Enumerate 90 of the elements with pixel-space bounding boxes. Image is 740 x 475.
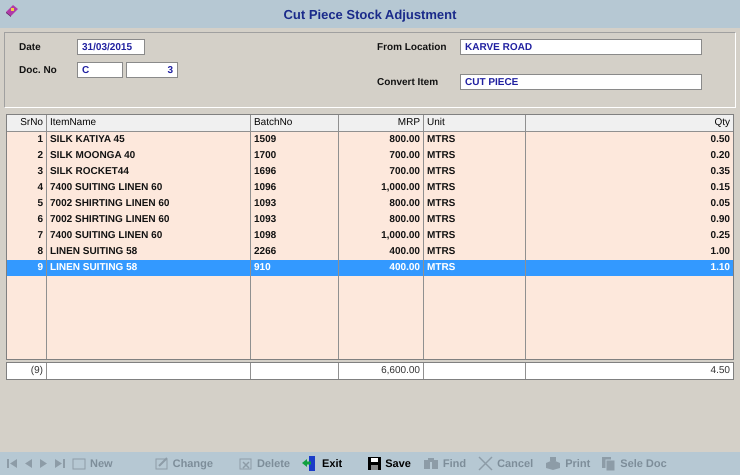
input-field[interactable]: 31/03/2015 [77, 39, 145, 55]
field-label: Doc. No [18, 64, 58, 76]
table-cell: 7400 SUITING LINEN 60 [47, 228, 251, 244]
table-cell-text: 1.10 [710, 261, 731, 275]
table-cell: 3 [7, 164, 47, 180]
table-cell: SILK MOONGA 40 [47, 148, 251, 164]
total-cell: (9) [7, 363, 47, 379]
total-cell: 6,600.00 [339, 363, 424, 379]
table-cell: 800.00 [339, 212, 424, 228]
table-cell: MTRS [424, 132, 526, 148]
table-cell: 6 [7, 212, 47, 228]
table-cell-text: 0.90 [710, 213, 731, 227]
table-row[interactable]: 5 7002 SHIRTING LINEN 60 1093 800.00 MTRS 0.05 [7, 196, 733, 212]
table-cell: 9 [7, 260, 47, 276]
table-cell-text: 0.15 [710, 181, 731, 195]
input-field[interactable]: CUT PIECE [460, 74, 702, 90]
table-cell-text: 0.20 [710, 149, 731, 163]
column-header[interactable]: ItemName [47, 115, 251, 131]
table-cell: 400.00 [339, 260, 424, 276]
table-cell: 1098 [251, 228, 339, 244]
table-cell: 700.00 [339, 148, 424, 164]
input-field[interactable]: KARVE ROAD [460, 39, 702, 55]
input-field[interactable]: C [77, 62, 123, 78]
table-cell: 4 [7, 180, 47, 196]
table-row[interactable]: 6 7002 SHIRTING LINEN 60 1093 800.00 MTRS 0.90 [7, 212, 733, 228]
table-cell: 5 [7, 196, 47, 212]
previous-icon [25, 459, 32, 468]
table-cell: 1096 [251, 180, 339, 196]
table-cell: 1093 [251, 212, 339, 228]
column-header[interactable]: SrNo [7, 115, 47, 131]
table-cell-text: 0.05 [710, 197, 731, 211]
table-row[interactable]: 4 7400 SUITING LINEN 60 1096 1,000.00 MTRS 0.15 [7, 180, 733, 196]
table-cell: 1,000.00 [339, 228, 424, 244]
table-cell: MTRS [424, 180, 526, 196]
binoculars-icon [422, 457, 439, 470]
table-cell: MTRS [424, 260, 526, 276]
cancel-icon [478, 456, 494, 471]
toolbar-button[interactable]: Exit [300, 454, 350, 474]
edit-icon [154, 457, 169, 470]
page-icon [72, 458, 86, 470]
column-header[interactable]: BatchNo [251, 115, 339, 131]
table-cell: 800.00 [339, 196, 424, 212]
table-cell: 1696 [251, 164, 339, 180]
column-header[interactable]: Unit [424, 115, 526, 131]
window-title: Cut Piece Stock Adjustment [284, 6, 456, 22]
table-row[interactable]: 2 SILK MOONGA 40 1700 700.00 MTRS 0.20 [7, 148, 733, 164]
first-icon [7, 459, 17, 468]
table-cell-text: 0.35 [710, 165, 731, 179]
total-cell-text: 4.50 [710, 364, 731, 378]
table-cell: MTRS [424, 196, 526, 212]
input-field[interactable]: 3 [126, 62, 178, 78]
table-cell: 1700 [251, 148, 339, 164]
table-cell: 800.00 [339, 132, 424, 148]
field-label: From Location [376, 42, 448, 52]
table-row[interactable]: 7 7400 SUITING LINEN 60 1098 1,000.00 MTRS 0.25 [7, 228, 733, 244]
table-cell: MTRS [424, 148, 526, 164]
column-header[interactable]: Qty [526, 115, 733, 131]
documents-icon [602, 456, 616, 470]
book-icon [5, 4, 19, 17]
next-icon [40, 459, 47, 468]
toolbar-button[interactable]: Save [366, 454, 419, 474]
table-cell: 7002 SHIRTING LINEN 60 [47, 212, 251, 228]
table-cell: 1 [7, 132, 47, 148]
table-cell: 2 [7, 148, 47, 164]
table-cell-text: 0.50 [710, 133, 731, 147]
field-label: Convert Item [376, 76, 440, 88]
table-cell: 7400 SUITING LINEN 60 [47, 180, 251, 196]
last-icon [55, 459, 65, 468]
field-label: Date [18, 42, 42, 52]
table-cell-text: 1.00 [710, 245, 731, 259]
table-cell: MTRS [424, 228, 526, 244]
table-row[interactable]: 3 SILK ROCKET44 1696 700.00 MTRS 0.35 [7, 164, 733, 180]
table-cell: LINEN SUITING 58 [47, 260, 251, 276]
table-cell: 910 [251, 260, 339, 276]
table-cell: 7002 SHIRTING LINEN 60 [47, 196, 251, 212]
table-cell: 1509 [251, 132, 339, 148]
table-cell: MTRS [424, 164, 526, 180]
table-cell-text: 0.25 [710, 229, 731, 243]
table-cell: MTRS [424, 212, 526, 228]
table-row[interactable]: 1 SILK KATIYA 45 1509 800.00 MTRS 0.50 [7, 132, 733, 148]
table-cell: 1093 [251, 196, 339, 212]
door-icon [302, 456, 318, 471]
table-cell: 700.00 [339, 164, 424, 180]
table-cell: SILK ROCKET44 [47, 164, 251, 180]
table-cell: 7 [7, 228, 47, 244]
column-header[interactable]: MRP [339, 115, 424, 131]
table-cell: SILK KATIYA 45 [47, 132, 251, 148]
delete-icon [238, 457, 253, 470]
printer-icon [545, 457, 562, 470]
table-cell: 1,000.00 [339, 180, 424, 196]
